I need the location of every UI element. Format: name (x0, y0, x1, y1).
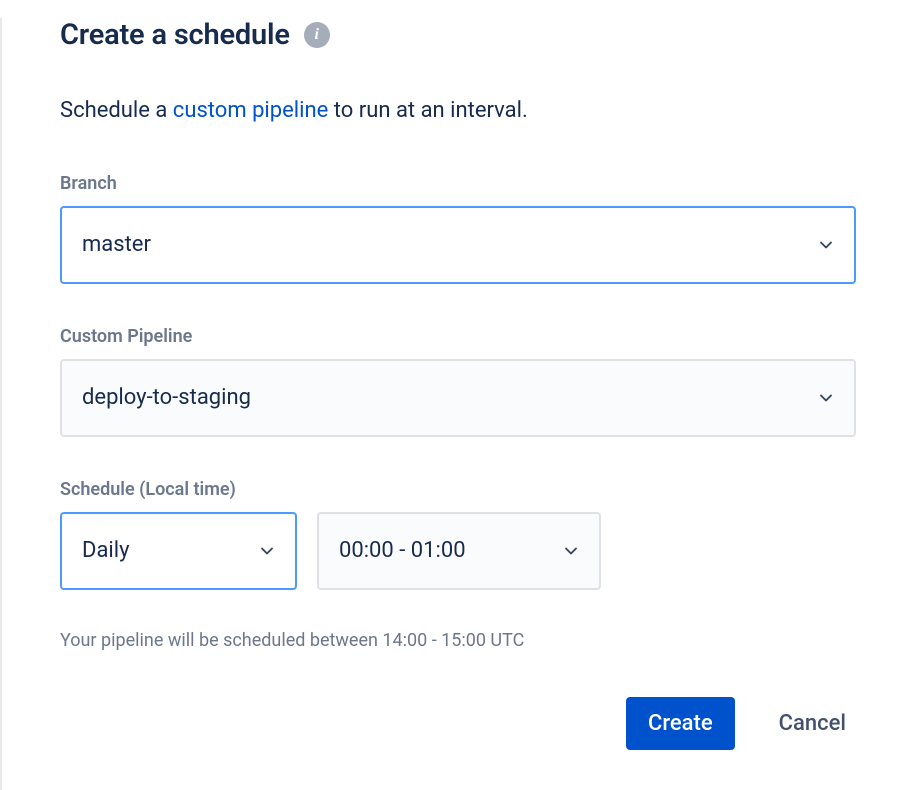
pipeline-select[interactable]: deploy-to-staging (60, 359, 856, 437)
frequency-select[interactable]: Daily (60, 512, 297, 590)
schedule-select-row: Daily 00:00 - 01:00 (60, 512, 856, 590)
dialog-header: Create a schedule i (60, 18, 856, 52)
description-text-suffix: to run at an interval. (328, 98, 527, 123)
chevron-down-icon (816, 388, 836, 408)
branch-select[interactable]: master (60, 206, 856, 284)
dialog-title: Create a schedule (60, 18, 290, 52)
branch-value: master (82, 232, 151, 257)
chevron-down-icon (561, 541, 581, 561)
pipeline-label: Custom Pipeline (60, 326, 856, 347)
schedule-field: Schedule (Local time) Daily 00:00 - 01:0… (60, 479, 856, 590)
dialog-actions: Create Cancel (60, 697, 856, 750)
create-schedule-dialog: Create a schedule i Schedule a custom pi… (0, 18, 914, 790)
time-range-select[interactable]: 00:00 - 01:00 (317, 512, 601, 590)
time-range-value: 00:00 - 01:00 (339, 538, 466, 563)
schedule-helper-text: Your pipeline will be scheduled between … (60, 630, 856, 651)
pipeline-value: deploy-to-staging (82, 385, 251, 410)
pipeline-field: Custom Pipeline deploy-to-staging (60, 326, 856, 437)
create-button[interactable]: Create (626, 697, 735, 750)
frequency-value: Daily (82, 538, 130, 563)
chevron-down-icon (257, 541, 277, 561)
chevron-down-icon (816, 235, 836, 255)
schedule-label: Schedule (Local time) (60, 479, 856, 500)
branch-label: Branch (60, 173, 856, 194)
cancel-button[interactable]: Cancel (769, 697, 856, 750)
description-text-prefix: Schedule a (60, 98, 173, 123)
branch-field: Branch master (60, 173, 856, 284)
custom-pipeline-link[interactable]: custom pipeline (173, 98, 329, 123)
dialog-description: Schedule a custom pipeline to run at an … (60, 96, 856, 127)
info-icon[interactable]: i (304, 22, 330, 48)
